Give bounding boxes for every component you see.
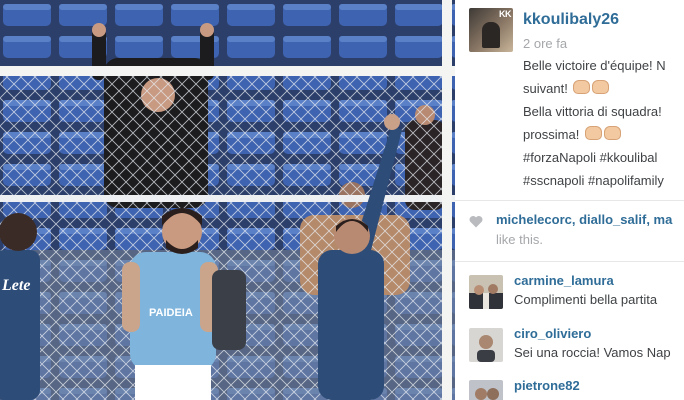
post-caption: Belle victoire d'équipe! N suivant! Bell… [523, 54, 684, 192]
liker-link[interactable]: ma [654, 212, 673, 227]
caption-line: suivant! [523, 77, 684, 100]
likers-list: michelecorc, diallo_salif, ma [496, 212, 673, 227]
post-timestamp: 2 ore fa [523, 36, 568, 51]
liker-link[interactable]: michelecorc [496, 212, 572, 227]
clapping-hands-emoji-icon [573, 80, 591, 94]
post-photo[interactable]: Lete PAIDEIA [0, 0, 455, 400]
comment-avatar[interactable] [469, 275, 503, 309]
clapping-hands-emoji-icon [592, 80, 610, 94]
clapping-hands-emoji-icon [603, 126, 621, 140]
post-header: KK kkoulibaly26 2 ore fa [469, 8, 684, 54]
comment-text: Complimenti bella partita [514, 292, 658, 307]
divider [455, 261, 684, 262]
comment-avatar[interactable] [469, 380, 503, 400]
player-napoli-left: Lete [0, 213, 40, 400]
likes-suffix: like this. [496, 232, 543, 247]
profile-avatar[interactable]: KK [469, 8, 513, 52]
comment-avatar[interactable] [469, 328, 503, 362]
heart-icon[interactable] [469, 215, 483, 228]
comment-username[interactable]: pietrone82 [514, 378, 580, 393]
caption-hashtags[interactable]: #sscnapoli #napolifamily [523, 169, 684, 192]
caption-line: prossima! [523, 123, 684, 146]
divider [455, 200, 684, 201]
comment-item: pietrone82 [469, 378, 684, 400]
shirt-sponsor-left: Lete [1, 277, 30, 294]
comment-text: Sei una roccia! Vamos Nap [514, 345, 671, 360]
caption-line: Bella vittoria di squadra! [523, 104, 662, 119]
comment-item: ciro_oliviero Sei una roccia! Vamos Nap [469, 326, 684, 366]
liker-link[interactable]: diallo_salif [579, 212, 646, 227]
post-username[interactable]: kkoulibaly26 [523, 11, 619, 29]
photo-scene: Lete PAIDEIA [0, 0, 455, 400]
shirt-sponsor-center: PAIDEIA [149, 307, 193, 319]
caption-line: Belle victoire d'équipe! N [523, 58, 666, 73]
comment-username[interactable]: ciro_oliviero [514, 326, 591, 341]
comment-username[interactable]: carmine_lamura [514, 273, 614, 288]
caption-hashtags[interactable]: #forzaNapoli #kkoulibal [523, 146, 684, 169]
post-sidebar: KK kkoulibaly26 2 ore fa Belle victoire … [455, 0, 684, 400]
clapping-hands-emoji-icon [584, 126, 602, 140]
avatar-badge: KK [499, 9, 512, 19]
comment-item: carmine_lamura Complimenti bella partita [469, 273, 684, 313]
